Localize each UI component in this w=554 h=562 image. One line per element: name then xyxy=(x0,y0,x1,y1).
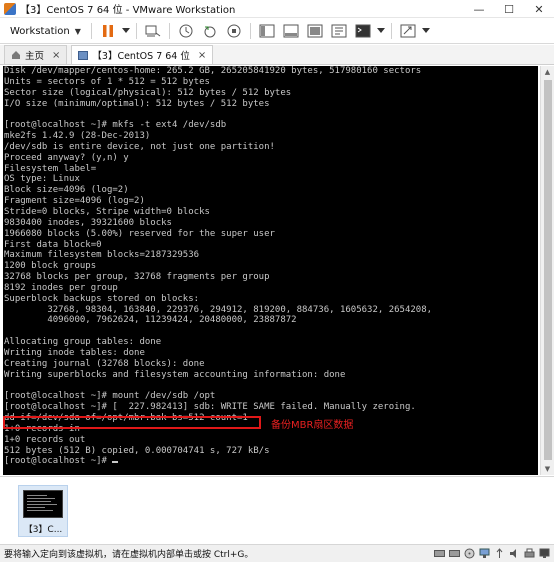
terminal-line: [root@localhost ~]# mkfs -t ext4 /dev/sd… xyxy=(4,120,227,131)
terminal-line: Creating journal (32768 blocks): done xyxy=(4,358,205,369)
tab-centos-label: 【3】CentOS 7 64 位 xyxy=(92,51,190,62)
terminal-line: 8192 inodes per group xyxy=(4,282,118,293)
terminal-line: /dev/sdb is entire device, not just one … xyxy=(4,141,275,152)
terminal-output: Disk /dev/mapper/centos-home: 265.2 GB, … xyxy=(3,66,538,467)
terminal-line: 4096000, 7962624, 11239424, 20480000, 23… xyxy=(4,315,297,326)
scroll-thumb[interactable] xyxy=(544,80,552,460)
terminal-line: Units = sectors of 1 * 512 = 512 bytes xyxy=(4,76,210,87)
title-bar: 【3】CentOS 7 64 位 - VMware Workstation — … xyxy=(0,0,554,18)
terminal-line: Proceed anyway? (y,n) y xyxy=(4,152,129,163)
terminal-line: Block size=4096 (log=2) xyxy=(4,185,129,196)
terminal-line: Sector size (logical/physical): 512 byte… xyxy=(4,87,292,98)
sound-icon[interactable] xyxy=(508,547,520,559)
status-text: 要将输入定向到该虚拟机，请在虚拟机内部单击或按 Ctrl+G。 xyxy=(4,550,254,560)
text-cursor xyxy=(112,461,119,464)
minimize-button[interactable]: — xyxy=(464,0,494,18)
terminal-line: Filesystem label= xyxy=(4,163,97,174)
terminal-line: 1200 block groups xyxy=(4,261,97,272)
snapshot-icon[interactable] xyxy=(178,23,194,39)
workstation-menu-label: Workstation xyxy=(10,25,70,37)
terminal-line: I/O size (minimum/optimal): 512 bytes / … xyxy=(4,98,270,109)
scroll-up-icon[interactable]: ▲ xyxy=(541,66,554,78)
tab-centos[interactable]: 【3】CentOS 7 64 位 × xyxy=(71,45,214,64)
vm-thumbnail[interactable]: 【3】C... xyxy=(18,485,68,537)
cd-dvd-icon[interactable] xyxy=(463,547,475,559)
terminal-line: Superblock backups stored on blocks: xyxy=(4,293,200,304)
sidebar-view-icon[interactable] xyxy=(259,23,275,39)
chevron-down-icon[interactable] xyxy=(121,23,130,39)
thumbnail-screen xyxy=(23,490,63,518)
terminal-line: [root@localhost ~]# [ 227.982413] sdb: W… xyxy=(4,402,416,413)
close-icon[interactable]: × xyxy=(198,50,206,61)
terminal-line: 32768 blocks per group, 32768 fragments … xyxy=(4,272,270,283)
terminal-line: Stride=0 blocks, Stripe width=0 blocks xyxy=(4,206,210,217)
printer-icon[interactable] xyxy=(523,547,535,559)
terminal-line: [root@localhost ~]# mount /dev/sdb /opt xyxy=(4,391,216,402)
vm-icon xyxy=(78,50,89,60)
terminal-line: 32768, 98304, 163840, 229376, 294912, 81… xyxy=(4,304,433,315)
terminal-line: Fragment size=4096 (log=2) xyxy=(4,196,145,207)
terminal-line: Writing inode tables: done xyxy=(4,347,145,358)
terminal-line: Maximum filesystem blocks=2187329536 xyxy=(4,250,200,261)
device-icons xyxy=(430,547,550,559)
tab-home-label: 主页 xyxy=(25,51,45,62)
highlight-box xyxy=(3,416,261,429)
usb-icon[interactable] xyxy=(493,547,505,559)
vmware-app-icon xyxy=(4,2,16,15)
terminal-line: First data block=0 xyxy=(4,239,102,250)
terminal-line: Allocating group tables: done xyxy=(4,337,162,348)
unity-mode-icon[interactable] xyxy=(331,23,347,39)
terminal-line: mke2fs 1.42.9 (28-Dec-2013) xyxy=(4,131,151,142)
chevron-down-icon[interactable] xyxy=(376,23,385,39)
vertical-scrollbar[interactable]: ▲ ▼ xyxy=(540,66,554,475)
home-icon xyxy=(12,51,20,59)
full-screen-icon[interactable] xyxy=(307,23,323,39)
maximize-button[interactable]: ☐ xyxy=(494,0,524,18)
console-view-icon[interactable] xyxy=(355,23,371,39)
snapshot-manager-icon[interactable] xyxy=(226,23,242,39)
thumbnail-bar: 【3】C... xyxy=(0,476,554,544)
toolbar-separator xyxy=(390,23,392,39)
annotation-text: 备份MBR扇区数据 xyxy=(271,420,354,431)
window-title: 【3】CentOS 7 64 位 - VMware Workstation xyxy=(20,5,236,16)
send-ctrl-alt-del-icon[interactable] xyxy=(145,23,161,39)
close-icon[interactable]: × xyxy=(52,50,60,61)
window-controls: — ☐ ✕ xyxy=(464,0,554,18)
vm-console[interactable]: Disk /dev/mapper/centos-home: 265.2 GB, … xyxy=(3,66,538,475)
display-icon[interactable] xyxy=(538,547,550,559)
scroll-down-icon[interactable]: ▼ xyxy=(541,463,554,475)
toolbar: Workstation ▼ xyxy=(0,19,554,44)
terminal-line: Writing superblocks and filesystem accou… xyxy=(4,369,346,380)
thumbnail-bar-icon[interactable] xyxy=(283,23,299,39)
pause-icon[interactable] xyxy=(100,23,116,39)
thumbnail-label: 【3】C... xyxy=(23,525,63,535)
close-button[interactable]: ✕ xyxy=(524,0,554,18)
terminal-line: 1966080 blocks (5.00%) reserved for the … xyxy=(4,228,275,239)
toolbar-separator xyxy=(168,23,170,39)
hard-disk-icon[interactable] xyxy=(433,547,445,559)
chevron-down-icon[interactable] xyxy=(421,23,430,39)
status-bar: 要将输入定向到该虚拟机，请在虚拟机内部单击或按 Ctrl+G。 xyxy=(0,544,554,562)
terminal-line: 1+0 records out xyxy=(4,434,86,445)
hard-disk-icon[interactable] xyxy=(448,547,460,559)
terminal-line: 512 bytes (512 B) copied, 0.000704741 s,… xyxy=(4,445,270,456)
chevron-down-icon: ▼ xyxy=(74,26,81,36)
network-icon[interactable] xyxy=(478,547,490,559)
toolbar-separator xyxy=(90,23,92,39)
toolbar-separator xyxy=(249,23,251,39)
stretch-guest-icon[interactable] xyxy=(400,23,416,39)
terminal-line: [root@localhost ~]# xyxy=(3,456,538,467)
terminal-line: OS type: Linux xyxy=(4,174,80,185)
workstation-menu-button[interactable]: Workstation ▼ xyxy=(4,21,87,41)
tab-home[interactable]: 主页 × xyxy=(4,45,68,64)
toolbar-separator xyxy=(135,23,137,39)
terminal-line: Disk /dev/mapper/centos-home: 265.2 GB, … xyxy=(4,66,422,76)
revert-snapshot-icon[interactable] xyxy=(202,23,218,39)
tab-bar: 主页 × 【3】CentOS 7 64 位 × xyxy=(0,45,554,65)
terminal-line: 9830400 inodes, 39321600 blocks xyxy=(4,217,172,228)
